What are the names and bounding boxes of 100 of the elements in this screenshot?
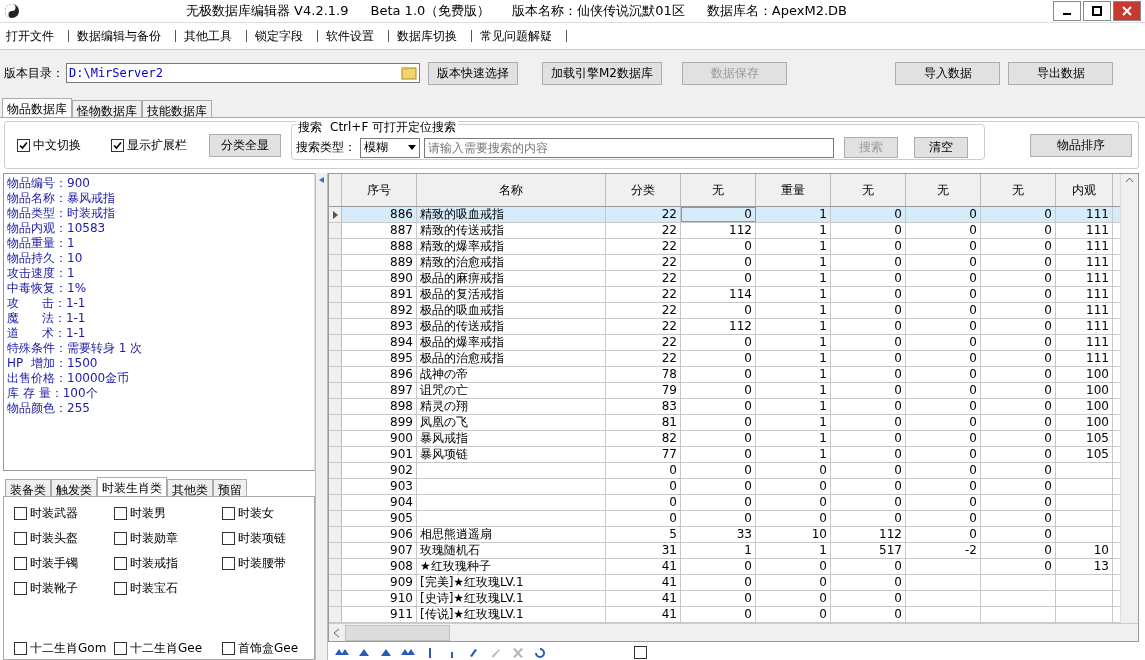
table-row[interactable]: 900 暴风戒指 82 0 1 0 0 0 105 [329, 431, 1120, 447]
table-row[interactable]: 892 极品的吸血戒指 22 0 1 0 0 0 111 [329, 303, 1120, 319]
table-row[interactable]: 910 [史诗]★红玫瑰LV.1 41 0 0 0 [329, 591, 1120, 607]
checkbox[interactable] [17, 138, 30, 152]
table-cell: 0 [681, 351, 756, 366]
table-cell: 0 [981, 287, 1056, 302]
table-cell: 0 [681, 447, 756, 462]
category-tab[interactable]: 触发类 [51, 479, 97, 496]
checkbox[interactable] [14, 582, 27, 595]
minimize-button[interactable] [1053, 1, 1081, 21]
column-header[interactable]: 内观 [1056, 174, 1113, 206]
table-row[interactable]: 887 精致的传送戒指 22 112 1 0 0 0 111 [329, 223, 1120, 239]
menu-item[interactable]: 数据库切换 [391, 30, 472, 42]
table-row[interactable]: 894 极品的爆率戒指 22 0 1 0 0 0 111 [329, 335, 1120, 351]
search-type-select[interactable]: 模糊 [360, 137, 420, 158]
table-row[interactable]: 911 [传说]★红玫瑰LV.1 41 0 0 0 [329, 607, 1120, 623]
column-header[interactable]: 无 [981, 174, 1056, 206]
table-cell: 0 [981, 479, 1056, 494]
table-cell: 100 [1056, 367, 1113, 382]
toolbar-button[interactable]: 加载引擎M2数据库 [542, 61, 662, 85]
path-label: 版本目录： [4, 64, 64, 82]
table-row[interactable]: 890 极品的麻痹戒指 22 0 1 0 0 0 111 [329, 271, 1120, 287]
table-row[interactable]: 888 精致的爆率戒指 22 0 1 0 0 0 111 [329, 239, 1120, 255]
table-row[interactable]: 905 0 0 0 0 0 0 [329, 511, 1120, 527]
category-tab[interactable]: 预留 [213, 479, 247, 496]
table-cell: 22 [606, 335, 681, 350]
table-cell: 0 [831, 239, 906, 254]
checkbox[interactable] [114, 642, 127, 655]
checkbox[interactable] [114, 557, 127, 570]
table-row[interactable]: 895 极品的治愈戒指 22 0 1 0 0 0 111 [329, 351, 1120, 367]
checkbox[interactable] [114, 532, 127, 545]
checkbox[interactable] [222, 642, 235, 655]
toolbar-button[interactable]: 导入数据 [895, 61, 1000, 85]
table-row[interactable]: 889 精致的治愈戒指 22 0 1 0 0 0 111 [329, 255, 1120, 271]
clear-button[interactable]: 清空 [914, 137, 968, 158]
category-tab[interactable]: 其他类 [167, 479, 213, 496]
toolbar-button[interactable]: 版本快速选择 [428, 61, 518, 85]
cancel-icon[interactable] [510, 646, 526, 660]
checkbox[interactable] [114, 582, 127, 595]
table-row[interactable]: 909 [完美]★红玫瑰LV.1 41 0 0 0 [329, 575, 1120, 591]
table-row[interactable]: 891 极品的复活戒指 22 114 1 0 0 0 111 [329, 287, 1120, 303]
table-row[interactable]: 907 玫瑰随机石 31 1 1 517 -2 0 10 [329, 543, 1120, 559]
checkbox[interactable] [14, 557, 27, 570]
table-row[interactable]: 903 0 0 0 0 0 0 [329, 479, 1120, 495]
table-row[interactable]: 893 极品的传送戒指 22 112 1 0 0 0 111 [329, 319, 1120, 335]
horizontal-scrollbar[interactable] [329, 623, 1138, 642]
checkbox[interactable] [222, 507, 235, 520]
refresh-icon[interactable] [532, 646, 548, 660]
table-row[interactable]: 897 诅咒の亡 79 0 1 0 0 0 100 [329, 383, 1120, 399]
checkbox[interactable] [222, 532, 235, 545]
column-header[interactable]: 无 [681, 174, 756, 206]
table-cell: 0 [906, 495, 981, 510]
table-row[interactable]: 896 战神の帝 78 0 1 0 0 0 100 [329, 367, 1120, 383]
collapse-arrow-icon[interactable] [319, 177, 324, 183]
menu-item[interactable]: 数据编辑与备份 [71, 30, 176, 42]
table-row[interactable]: 908 ★红玫瑰种子 41 0 0 0 0 13 [329, 559, 1120, 575]
scrollbar-thumb[interactable] [345, 624, 450, 641]
category-tab[interactable]: 时装生肖类 [97, 477, 167, 496]
table-row[interactable]: 901 暴风项链 77 0 1 0 0 0 105 [329, 447, 1120, 463]
column-header[interactable]: 序号 [342, 174, 417, 206]
close-button[interactable] [1113, 1, 1141, 21]
table-row[interactable]: 899 凤凰の飞 81 0 1 0 0 0 100 [329, 415, 1120, 431]
menu-item[interactable]: 其他工具 [178, 30, 247, 42]
checkbox[interactable] [222, 557, 235, 570]
checkbox[interactable] [14, 642, 27, 655]
column-header[interactable]: 名称 [417, 174, 606, 206]
toolbar-button[interactable]: 导出数据 [1008, 61, 1113, 85]
path-field[interactable]: D:\MirServer2 [66, 63, 420, 83]
row-header[interactable] [329, 207, 342, 222]
search-field[interactable]: 请输入需要搜索的内容 [424, 137, 834, 158]
tab[interactable]: 技能数据库 [142, 100, 212, 117]
table-cell: 82 [606, 431, 681, 446]
menu-item[interactable]: 锁定字段 [249, 30, 318, 42]
category-tab[interactable]: 装备类 [5, 479, 51, 496]
table-row[interactable]: 902 0 0 0 0 0 0 [329, 463, 1120, 479]
checkbox[interactable] [111, 138, 124, 152]
tab[interactable]: 怪物数据库 [72, 100, 142, 117]
table-cell: 1 [756, 351, 831, 366]
table-row[interactable]: 904 0 0 0 0 0 0 [329, 495, 1120, 511]
sort-button[interactable]: 物品排序 [1030, 133, 1132, 157]
column-header[interactable]: 分类 [606, 174, 681, 206]
column-header[interactable]: 无 [831, 174, 906, 206]
checkbox[interactable] [634, 646, 647, 660]
tab[interactable]: 物品数据库 [2, 98, 72, 117]
menu-item[interactable]: 打开文件 [0, 30, 69, 42]
maximize-button[interactable] [1083, 1, 1111, 21]
table-row[interactable]: 906 相思熊逍遥扇 5 33 10 112 0 0 [329, 527, 1120, 543]
checkbox[interactable] [114, 507, 127, 520]
vertical-scrollbar[interactable] [1120, 174, 1138, 624]
folder-icon[interactable] [401, 66, 417, 80]
menu-item[interactable]: 常见问题解疑 [474, 30, 567, 42]
menu-item[interactable]: 软件设置 [320, 30, 389, 42]
checkbox[interactable] [14, 507, 27, 520]
column-header[interactable]: 无 [906, 174, 981, 206]
show-all-button[interactable]: 分类全显 [209, 133, 281, 157]
column-header[interactable]: 重量 [756, 174, 831, 206]
table-row[interactable]: 886 精致的吸血戒指 22 0 1 0 0 0 111 [329, 207, 1120, 223]
table-cell: 0 [906, 367, 981, 382]
table-row[interactable]: 898 精灵の翔 83 0 1 0 0 0 100 [329, 399, 1120, 415]
checkbox[interactable] [14, 532, 27, 545]
